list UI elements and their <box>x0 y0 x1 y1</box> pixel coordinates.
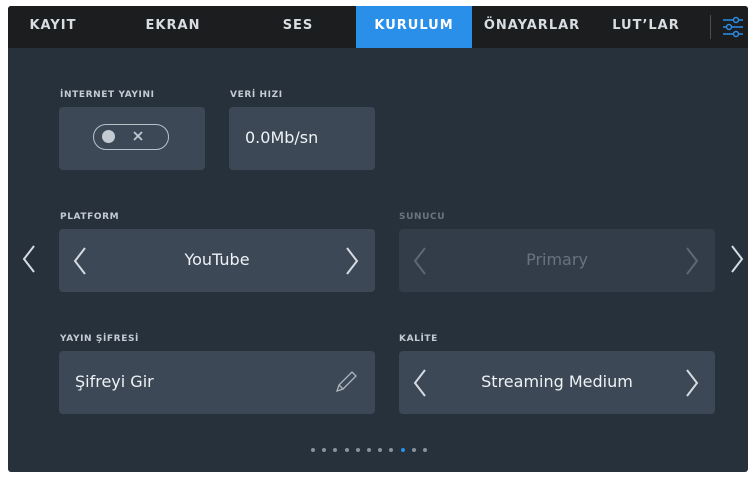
stream-key-field[interactable]: Şifreyi Gir <box>59 351 375 414</box>
pencil-icon[interactable] <box>333 369 359 399</box>
tab-bar: KAYIT EKRAN SES KURULUM ÖNAYARLAR LUT’LA… <box>8 6 748 48</box>
page-dot[interactable] <box>344 448 349 452</box>
quality-selector: Streaming Medium <box>399 351 715 414</box>
internet-streaming-label: İNTERNET YAYINI <box>60 90 155 100</box>
server-value: Primary <box>526 250 588 269</box>
bitrate-value: 0.0Mb/sn <box>245 128 319 147</box>
quality-label: KALİTE <box>399 334 438 344</box>
tab-ses[interactable]: SES <box>258 6 338 48</box>
quality-value: Streaming Medium <box>481 372 633 391</box>
tab-lutlar[interactable]: LUT’LAR <box>596 6 696 48</box>
toggle-knob <box>102 130 115 143</box>
camera-screen: KAYIT EKRAN SES KURULUM ÖNAYARLAR LUT’LA… <box>8 6 748 472</box>
page-dot[interactable] <box>400 448 405 452</box>
page-dot[interactable] <box>367 448 371 452</box>
page-dot[interactable] <box>378 448 383 452</box>
platform-selector: YouTube <box>59 229 375 292</box>
server-next-arrow <box>685 246 699 280</box>
internet-streaming-toggle[interactable] <box>93 124 169 150</box>
page-dot[interactable] <box>389 448 394 452</box>
next-page-arrow[interactable] <box>730 244 744 278</box>
bitrate-label: VERİ HIZI <box>230 90 283 100</box>
previous-page-arrow[interactable] <box>22 244 36 278</box>
page-dot[interactable] <box>311 448 315 452</box>
tab-kurulum[interactable]: KURULUM <box>356 6 472 48</box>
close-icon <box>130 128 146 144</box>
page-dot[interactable] <box>411 448 416 452</box>
stream-key-value: Şifreyi Gir <box>75 372 154 391</box>
page-dot[interactable] <box>355 448 360 452</box>
quality-next-arrow[interactable] <box>685 368 699 402</box>
sliders-icon[interactable] <box>720 12 746 42</box>
tab-kayit[interactable]: KAYIT <box>8 6 98 48</box>
tab-ekran[interactable]: EKRAN <box>128 6 218 48</box>
platform-value: YouTube <box>184 250 250 269</box>
stream-key-label: YAYIN ŞİFRESİ <box>60 334 139 344</box>
platform-next-arrow[interactable] <box>345 246 359 280</box>
bitrate-box: 0.0Mb/sn <box>229 107 375 170</box>
tab-divider <box>710 15 711 39</box>
platform-label: PLATFORM <box>60 212 120 222</box>
server-label: SUNUCU <box>399 212 446 222</box>
tab-onayarlar[interactable]: ÖNAYARLAR <box>476 6 588 48</box>
page-dot[interactable] <box>322 448 327 452</box>
page-dot[interactable] <box>333 448 338 452</box>
internet-streaming-box <box>59 107 205 170</box>
page-dot[interactable] <box>423 448 427 452</box>
server-selector: Primary <box>399 229 715 292</box>
